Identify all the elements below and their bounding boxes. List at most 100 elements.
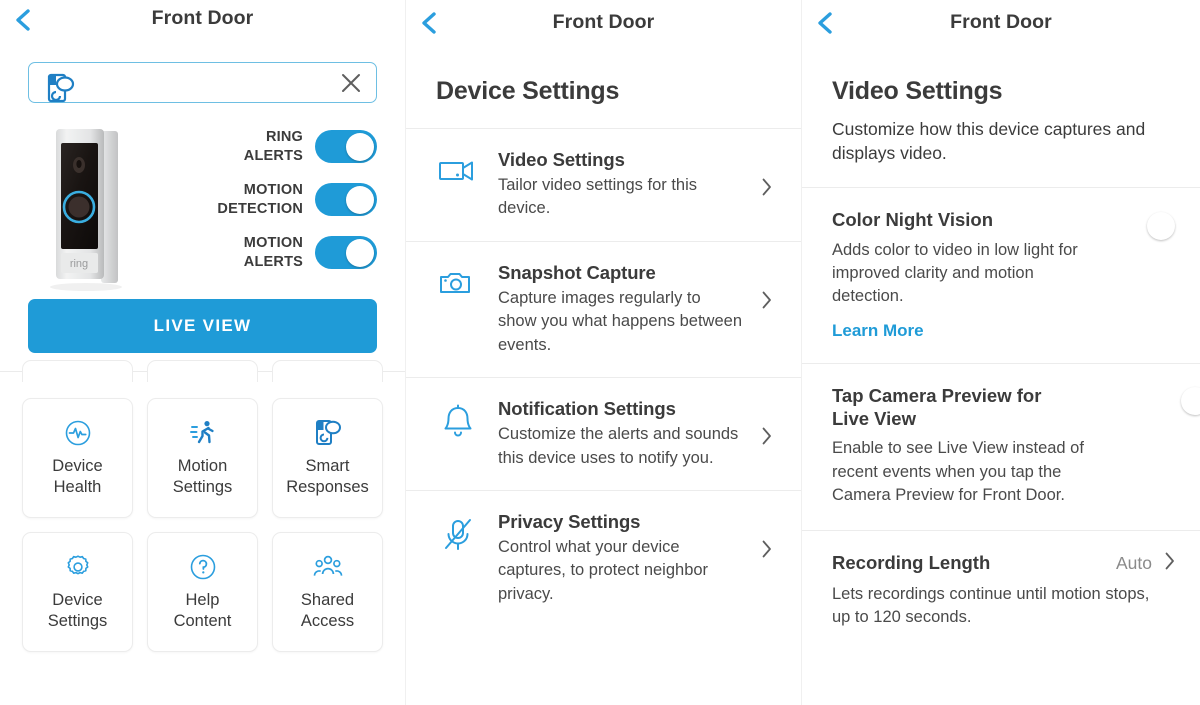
- setting-text: Tap Camera Preview for Live View: [832, 384, 1062, 431]
- setting-title: Recording Length: [832, 551, 991, 573]
- tile-label: Device Settings: [47, 591, 108, 630]
- pulse-icon: [64, 419, 92, 447]
- setting-description: Enable to see Live View instead of recen…: [832, 439, 1084, 505]
- gear-icon: [64, 553, 92, 581]
- toggle-knob: [1147, 211, 1175, 240]
- smart-responses-icon: [314, 419, 342, 447]
- list-item-privacy-settings[interactable]: Privacy Settings Control what your devic…: [406, 489, 801, 626]
- three-panel-screenshot: Front Door ring RING ALERTS MOTION DETEC…: [0, 0, 1200, 705]
- microphone-muted-icon: [436, 511, 480, 553]
- ring-alerts-toggle[interactable]: [315, 130, 377, 164]
- device-hero: ring RING ALERTS MOTION DETECTION MOTION…: [0, 103, 405, 293]
- chevron-right-icon[interactable]: [1164, 551, 1176, 576]
- toggle-knob: [1181, 387, 1200, 416]
- list-item-description: Customize the alerts and sounds this dev…: [498, 425, 739, 467]
- chevron-right-icon[interactable]: [761, 398, 783, 446]
- motion-detection-toggle[interactable]: [315, 183, 377, 217]
- live-view-button[interactable]: LIVE VIEW: [28, 299, 377, 353]
- tile-partial[interactable]: [22, 360, 133, 382]
- live-view-section: LIVE VIEW: [0, 293, 405, 353]
- toggle-row-motion-alerts: MOTION ALERTS: [217, 234, 377, 271]
- list-item-body: Notification Settings Customize the aler…: [498, 398, 743, 470]
- tile-label: Smart Responses: [286, 457, 369, 496]
- chevron-right-icon[interactable]: [761, 149, 783, 197]
- setting-text: Color Night Vision: [832, 208, 993, 231]
- chevron-right-icon[interactable]: [761, 262, 783, 310]
- list-item-snapshot-capture[interactable]: Snapshot Capture Capture images regularl…: [406, 240, 801, 377]
- setting-control: [1178, 384, 1200, 416]
- tile-label: Motion Settings: [172, 457, 233, 496]
- tile-device-settings[interactable]: Device Settings: [22, 532, 133, 652]
- setting-tap-camera-preview: Tap Camera Preview for Live View Enable …: [802, 362, 1200, 530]
- tile-label: Shared Access: [300, 591, 355, 630]
- tile-label: Help Content: [173, 591, 232, 630]
- video-settings-header: Video Settings Customize how this device…: [802, 45, 1200, 165]
- chevron-right-icon[interactable]: [761, 511, 783, 559]
- people-group-icon: [313, 553, 343, 581]
- setting-title: Tap Camera Preview for Live View: [832, 384, 1042, 430]
- toggle-knob: [346, 238, 374, 267]
- search-input[interactable]: [29, 74, 376, 91]
- list-item-description: Capture images regularly to show you wha…: [498, 288, 743, 354]
- motion-alerts-toggle[interactable]: [315, 236, 377, 270]
- section-heading: Device Settings: [436, 77, 620, 105]
- toggle-label: MOTION ALERTS: [243, 235, 303, 270]
- setting-title: Color Night Vision: [832, 209, 994, 231]
- toggle-knob: [346, 185, 374, 214]
- panel-device-settings: Front Door Device Settings Video Setting…: [405, 0, 801, 705]
- setting-description: Adds color to video in low light for imp…: [832, 240, 1078, 306]
- list-item-title: Notification Settings: [498, 398, 676, 420]
- tile-partial[interactable]: [272, 360, 383, 382]
- quick-toggles: RING ALERTS MOTION DETECTION MOTION ALER…: [217, 121, 377, 271]
- recording-length-value: Auto: [1116, 552, 1152, 573]
- toggle-label: RING ALERTS: [243, 129, 303, 164]
- list-item-video-settings[interactable]: Video Settings Tailor video settings for…: [406, 128, 801, 241]
- page-title: Front Door: [552, 11, 655, 33]
- setting-control: [1147, 208, 1200, 240]
- page-title: Front Door: [950, 11, 1052, 33]
- navbar-panel3: Front Door: [802, 0, 1200, 45]
- shortcut-tile-grid: Device Health Motion Settings Smart Resp…: [0, 382, 405, 652]
- tile-partial[interactable]: [147, 360, 258, 382]
- bell-icon: [436, 398, 480, 440]
- section-subheading: Customize how this device captures and d…: [832, 119, 1146, 164]
- setting-text: Recording Length: [832, 551, 990, 574]
- list-item-description: Control what your device captures, to pr…: [498, 537, 709, 603]
- list-item-title: Snapshot Capture: [498, 261, 656, 283]
- search-box[interactable]: [28, 62, 377, 103]
- list-item-body: Video Settings Tailor video settings for…: [498, 149, 743, 221]
- doorbell-device-image: ring: [38, 121, 158, 296]
- search-section: [0, 45, 405, 103]
- navbar-panel1: Front Door: [0, 0, 405, 45]
- setting-description: Lets recordings continue until motion st…: [832, 584, 1150, 627]
- setting-control[interactable]: Auto: [1116, 551, 1200, 576]
- list-item-body: Privacy Settings Control what your devic…: [498, 511, 743, 606]
- setting-row: Tap Camera Preview for Live View: [832, 384, 1200, 431]
- svg-text:ring: ring: [70, 258, 88, 270]
- section-heading: Video Settings: [832, 77, 1003, 105]
- video-camera-icon: [436, 149, 480, 187]
- tile-row-partial: [0, 360, 405, 382]
- setting-row: Color Night Vision: [832, 208, 1200, 240]
- list-item-notification-settings[interactable]: Notification Settings Customize the aler…: [406, 377, 801, 490]
- learn-more-link[interactable]: Learn More: [832, 321, 924, 341]
- panel-device-overview: Front Door ring RING ALERTS MOTION DETEC…: [0, 0, 405, 705]
- list-item-description: Tailor video settings for this device.: [498, 176, 698, 218]
- toggle-knob: [346, 132, 374, 161]
- setting-recording-length[interactable]: Recording Length Auto Lets recordings co…: [802, 529, 1200, 652]
- video-settings-list: Color Night Vision Adds color to video i…: [802, 187, 1200, 651]
- setting-row: Recording Length Auto: [832, 551, 1200, 576]
- tile-help-content[interactable]: Help Content: [147, 532, 258, 652]
- navbar-panel2: Front Door: [406, 0, 801, 45]
- setting-color-night-vision: Color Night Vision Adds color to video i…: [802, 187, 1200, 363]
- toggle-row-ring-alerts: RING ALERTS: [217, 128, 377, 165]
- tile-smart-responses[interactable]: Smart Responses: [272, 398, 383, 518]
- panel-video-settings: Front Door Video Settings Customize how …: [801, 0, 1200, 705]
- question-circle-icon: [189, 553, 217, 581]
- page-title: Front Door: [151, 7, 254, 29]
- tile-shared-access[interactable]: Shared Access: [272, 532, 383, 652]
- tile-device-health[interactable]: Device Health: [22, 398, 133, 518]
- close-icon[interactable]: [340, 72, 362, 94]
- tile-motion-settings[interactable]: Motion Settings: [147, 398, 258, 518]
- list-item-title: Privacy Settings: [498, 510, 641, 532]
